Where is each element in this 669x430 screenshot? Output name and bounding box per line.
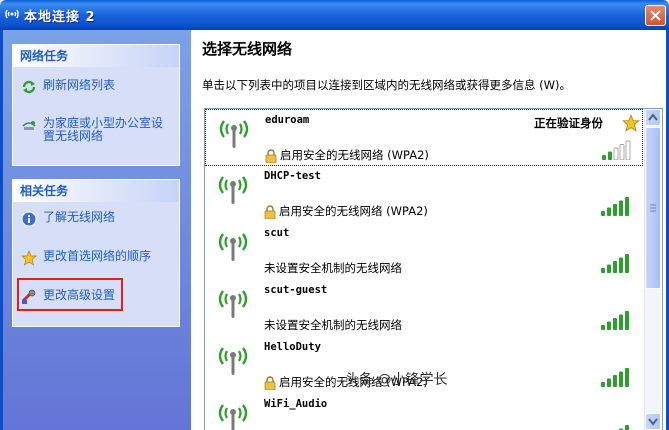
signal-bar xyxy=(601,382,605,387)
signal-bar xyxy=(601,268,605,273)
lock-icon xyxy=(264,375,276,390)
signal-bar xyxy=(619,144,625,160)
info-icon xyxy=(21,211,37,227)
network-security: 启用安全的无线网络 (WPA2) xyxy=(265,147,429,163)
instructions: 单击以下列表中的项目以连接到区域内的无线网络或获得更多信息 (W)。 xyxy=(202,78,571,92)
signal-strength-icon xyxy=(619,425,629,430)
network-security: 启用安全的无线网络 (WPA2) xyxy=(264,203,428,219)
signal-bar xyxy=(608,151,612,160)
network-name: DHCP-test xyxy=(264,170,321,182)
wireless-antenna-icon xyxy=(218,347,248,375)
signal-strength-icon xyxy=(601,197,629,216)
signal-bar xyxy=(625,140,631,160)
title-bar[interactable]: 本地连接 2 xyxy=(0,0,669,30)
lock-icon xyxy=(264,204,276,219)
signal-bar xyxy=(619,371,623,387)
network-security-label: 未设置安全机制的无线网络 xyxy=(264,261,402,275)
page-title: 选择无线网络 xyxy=(202,40,293,58)
wireless-antenna-icon xyxy=(218,290,248,318)
signal-bar xyxy=(625,368,629,387)
setup-home-network-label: 为家庭或小型办公室设置无线网络 xyxy=(43,116,164,143)
signal-bar xyxy=(613,204,617,216)
signal-bar xyxy=(607,378,611,387)
network-name: eduroam xyxy=(265,114,310,126)
signal-bar xyxy=(613,147,619,160)
network-security-label: 启用安全的无线网络 (WPA2) xyxy=(280,148,429,162)
signal-strength-icon xyxy=(601,311,629,330)
close-button[interactable] xyxy=(645,5,666,26)
wireless-antenna-icon xyxy=(218,176,248,204)
wireless-network-icon xyxy=(5,9,19,19)
signal-bar xyxy=(619,314,623,330)
signal-bar xyxy=(607,207,611,216)
network-name: scut xyxy=(264,227,290,239)
network-tasks-box: 网络任务 刷新网络列表 为家庭或小型办公室设置无线网络 xyxy=(12,44,180,166)
network-security: 未设置安全机制的无线网络 xyxy=(264,260,402,276)
close-icon xyxy=(650,10,661,21)
lock-icon xyxy=(265,148,277,163)
signal-bar xyxy=(607,321,611,330)
home-network-icon xyxy=(22,121,36,130)
chevron-up-icon xyxy=(648,113,658,121)
signal-bar xyxy=(601,325,605,330)
scroll-up-button[interactable] xyxy=(645,109,661,126)
watermark: 头条 @小锋学长 xyxy=(345,372,448,388)
refresh-icon xyxy=(22,80,36,94)
network-security-label: 启用安全的无线网络 (WPA2) xyxy=(279,204,428,218)
change-preferred-order-label: 更改首选网络的顺序 xyxy=(43,249,152,263)
signal-bar xyxy=(607,264,611,273)
window-title: 本地连接 2 xyxy=(24,10,96,25)
signal-bar xyxy=(625,254,629,273)
signal-bar xyxy=(619,257,623,273)
network-item[interactable]: scut-guest 未设置安全机制的无线网络 xyxy=(205,280,643,337)
signal-bar xyxy=(619,200,623,216)
star-icon xyxy=(21,250,37,266)
wireless-antenna-icon xyxy=(218,233,248,261)
signal-bar xyxy=(625,197,629,216)
network-name: WiFi_Audio xyxy=(264,398,328,410)
highlight-box xyxy=(17,278,123,311)
signal-bar xyxy=(613,261,617,273)
signal-bar xyxy=(613,375,617,387)
task-pane: 网络任务 刷新网络列表 为家庭或小型办公室设置无线网络 相关任务 了解无线网络 … xyxy=(3,30,191,430)
wireless-antenna-icon xyxy=(218,404,248,430)
wireless-antenna-icon xyxy=(219,120,249,148)
signal-strength-icon xyxy=(602,140,631,160)
scroll-down-button[interactable] xyxy=(645,413,661,430)
signal-bar xyxy=(602,155,606,160)
preferred-star-icon xyxy=(622,114,640,132)
signal-bar xyxy=(613,318,617,330)
vertical-scrollbar[interactable] xyxy=(644,109,661,430)
network-name: scut-guest xyxy=(264,284,328,296)
related-tasks-header: 相关任务 xyxy=(13,180,179,202)
signal-bar xyxy=(625,311,629,330)
network-security-label: 未设置安全机制的无线网络 xyxy=(264,318,402,332)
grip-icon xyxy=(650,204,656,212)
signal-strength-icon xyxy=(601,254,629,273)
network-item[interactable]: DHCP-test 启用安全的无线网络 (WPA2) xyxy=(205,166,643,223)
network-item[interactable]: eduroam 启用安全的无线网络 (WPA2) 正在验证身份 xyxy=(205,109,643,166)
signal-bar xyxy=(601,211,605,216)
chevron-down-icon xyxy=(648,418,658,426)
signal-strength-icon xyxy=(601,368,629,387)
refresh-network-list-label: 刷新网络列表 xyxy=(43,78,116,92)
window: 本地连接 2 网络任务 刷新网络列表 为家庭或小型办公室设置无线网络 相关任务 … xyxy=(0,0,669,430)
network-name: HelloDuty xyxy=(264,341,321,353)
network-tasks-header: 网络任务 xyxy=(13,45,179,67)
network-item[interactable]: WiFi_Audio xyxy=(205,394,643,430)
network-item[interactable]: scut 未设置安全机制的无线网络 xyxy=(205,223,643,280)
signal-bar xyxy=(625,425,629,430)
scroll-thumb[interactable] xyxy=(645,127,661,289)
network-security: 未设置安全机制的无线网络 xyxy=(264,317,402,333)
learn-wireless-label: 了解无线网络 xyxy=(43,210,116,224)
connection-status: 正在验证身份 xyxy=(534,116,603,130)
